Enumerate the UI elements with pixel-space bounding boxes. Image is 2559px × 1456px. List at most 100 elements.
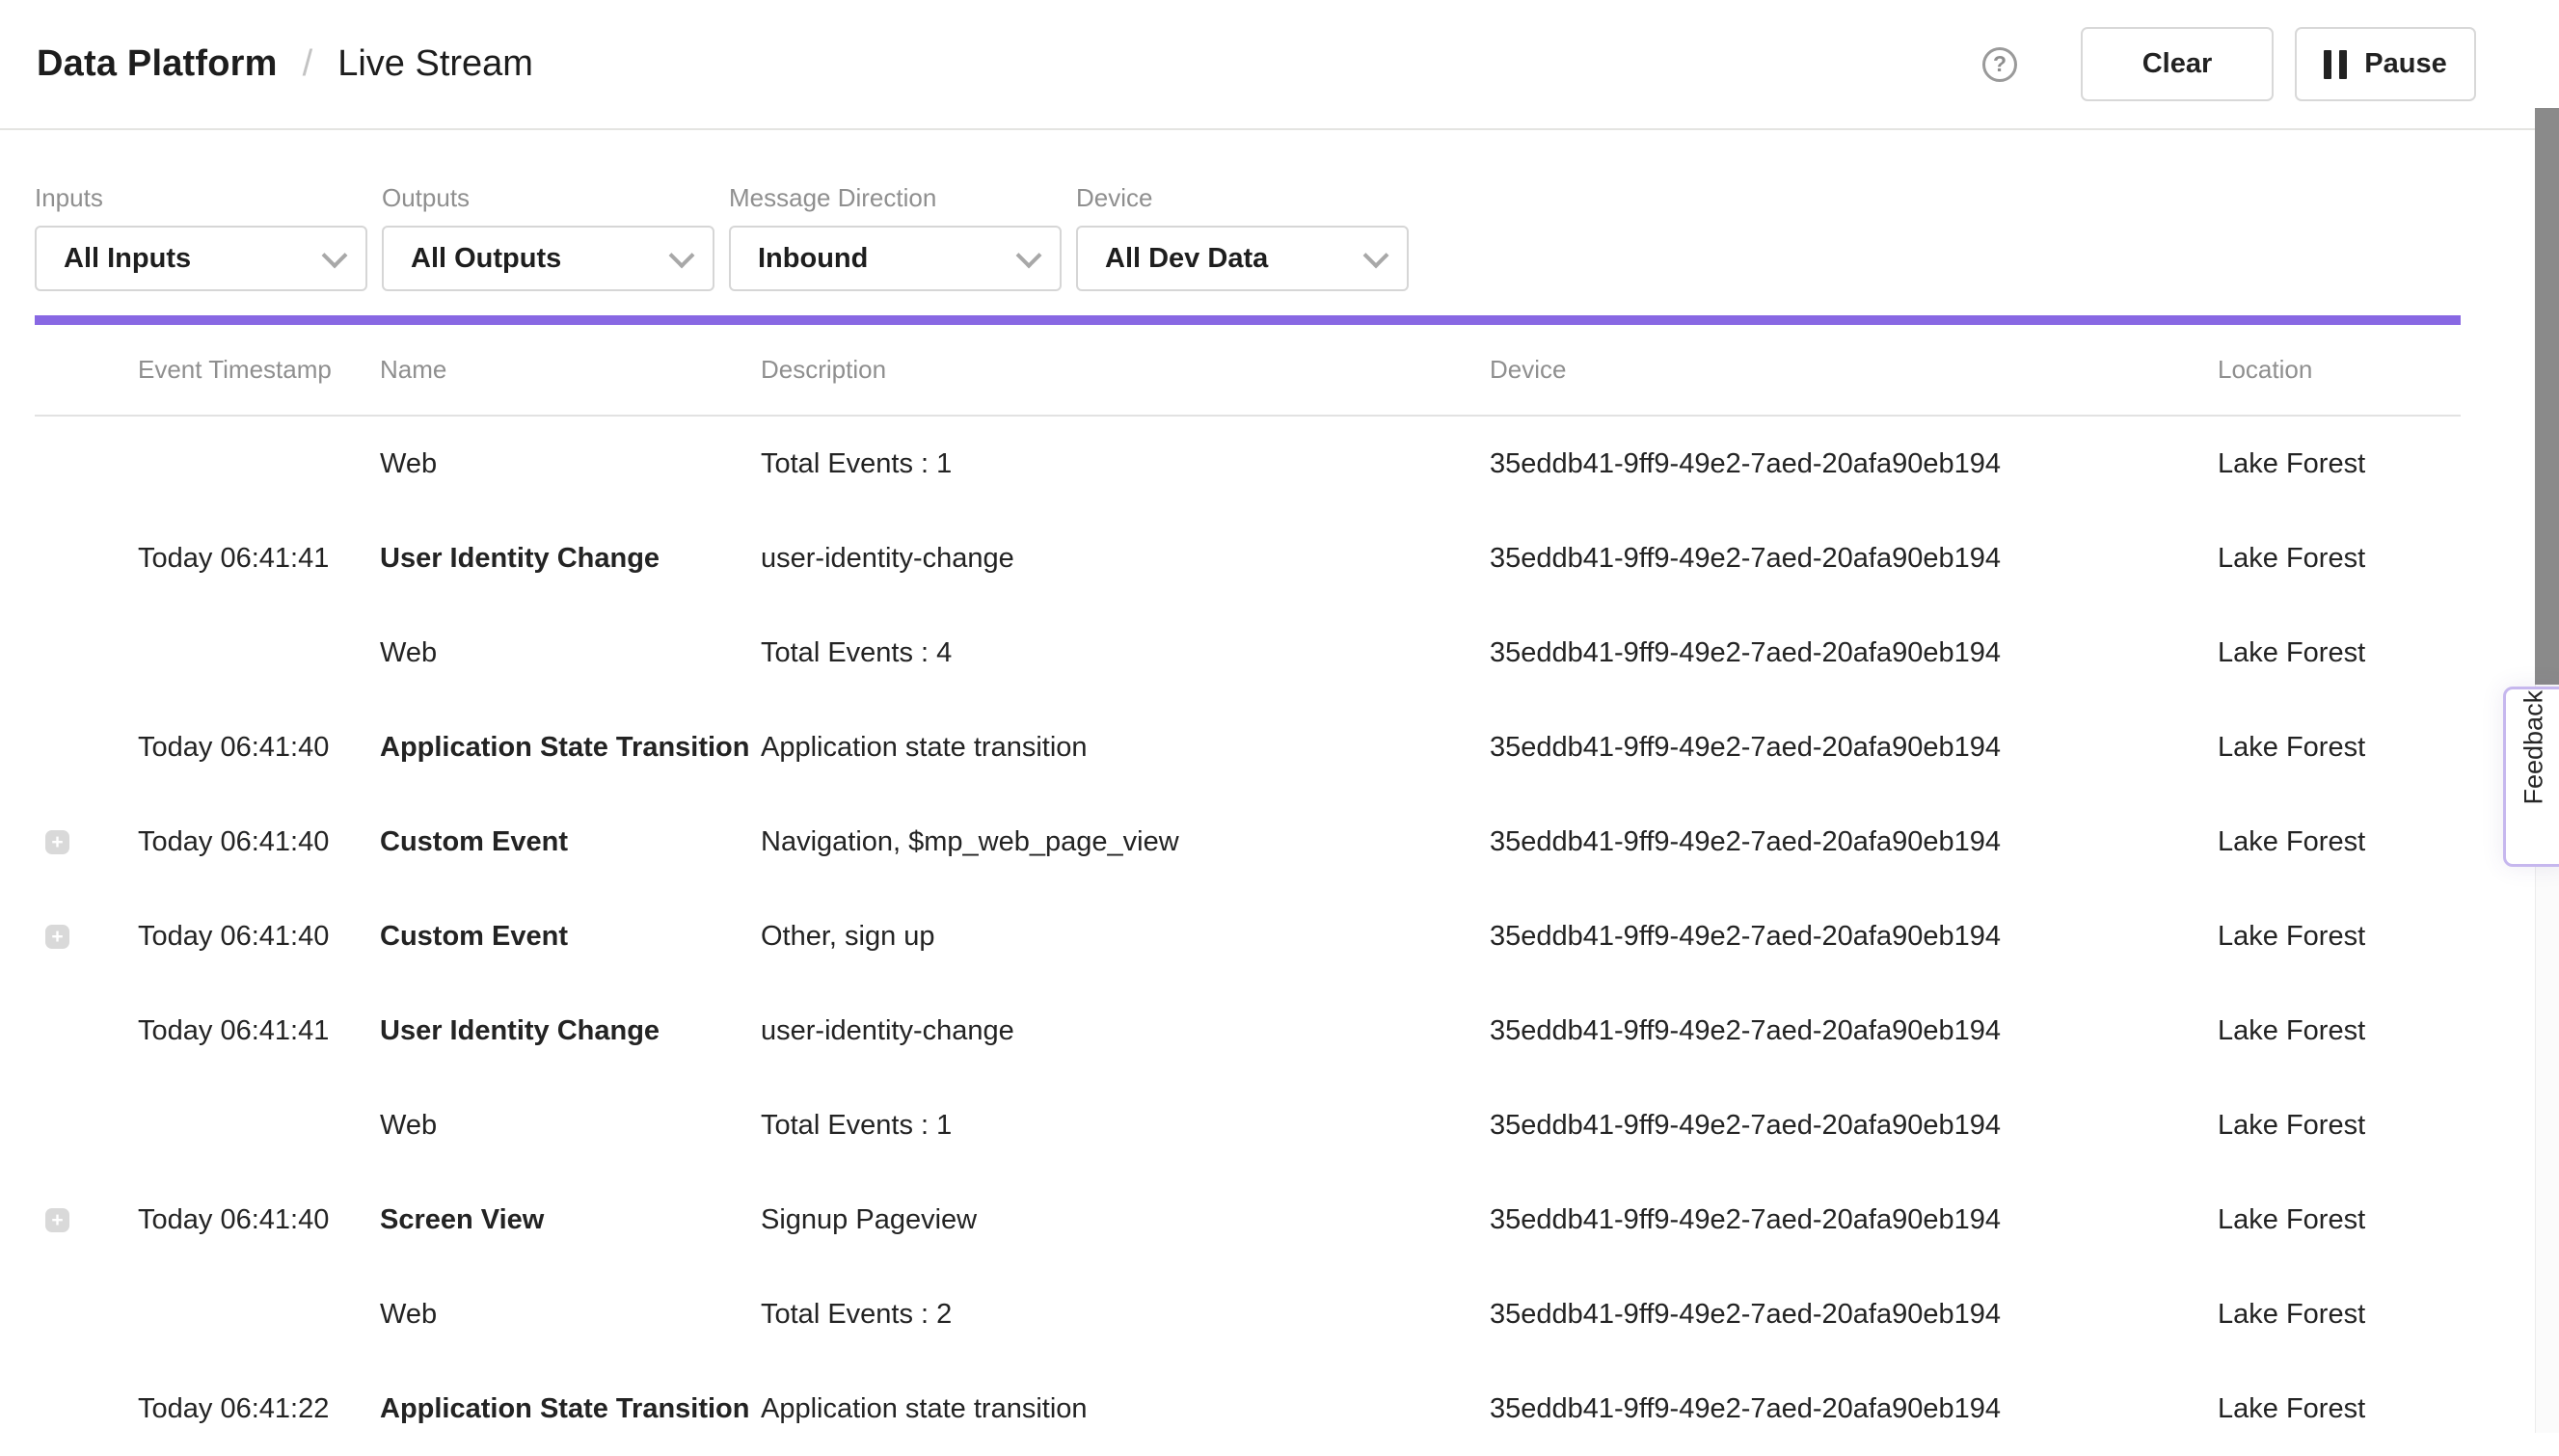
column-header-device: Device	[1490, 355, 2218, 385]
pause-button[interactable]: Pause	[2295, 27, 2476, 101]
cell-description: user-identity-change	[761, 1015, 1490, 1047]
cell-timestamp: Today 06:41:41	[138, 1015, 380, 1047]
cell-timestamp: Today 06:41:41	[138, 543, 380, 575]
cell-device: 35eddb41-9ff9-49e2-7aed-20afa90eb194	[1490, 921, 2218, 953]
column-header-location: Location	[2218, 355, 2461, 385]
cell-description: Total Events : 1	[761, 1110, 1490, 1142]
cell-location: Lake Forest	[2218, 1299, 2461, 1331]
cell-description: Other, sign up	[761, 921, 1490, 953]
device-select[interactable]: All Dev Data	[1076, 226, 1409, 291]
accent-bar	[35, 315, 2461, 325]
table-row[interactable]: Today 06:41:41User Identity Changeuser-i…	[35, 984, 2461, 1078]
cell-device: 35eddb41-9ff9-49e2-7aed-20afa90eb194	[1490, 1393, 2218, 1425]
cell-device: 35eddb41-9ff9-49e2-7aed-20afa90eb194	[1490, 1204, 2218, 1236]
page-title: Live Stream	[337, 43, 533, 85]
cell-description: Application state transition	[761, 732, 1490, 764]
filter-device: Device All Dev Data	[1076, 183, 1409, 291]
expand-icon[interactable]: +	[45, 830, 69, 854]
cell-name: Custom Event	[380, 826, 761, 858]
column-header-description: Description	[761, 355, 1490, 385]
cell-expand: +	[35, 830, 138, 854]
cell-name: Custom Event	[380, 921, 761, 953]
breadcrumb-section[interactable]: Data Platform	[37, 43, 278, 85]
inputs-select-value: All Inputs	[64, 243, 191, 275]
cell-name: User Identity Change	[380, 543, 761, 575]
cell-name: User Identity Change	[380, 1015, 761, 1047]
filter-inputs: Inputs All Inputs	[35, 183, 367, 291]
expand-icon[interactable]: +	[45, 925, 69, 949]
filter-outputs: Outputs All Outputs	[382, 183, 714, 291]
header-controls: ? Clear Pause	[1982, 0, 2476, 128]
cell-timestamp: Today 06:41:22	[138, 1393, 380, 1425]
filter-message-direction: Message Direction Inbound	[729, 183, 1062, 291]
pause-button-label: Pause	[2364, 48, 2446, 80]
cell-name: Web	[380, 1110, 761, 1142]
scrollbar-thumb[interactable]	[2535, 108, 2559, 685]
table-header-row: Event Timestamp Name Description Device …	[35, 325, 2461, 417]
filter-device-label: Device	[1076, 183, 1409, 213]
cell-name: Web	[380, 1299, 761, 1331]
filter-inputs-label: Inputs	[35, 183, 367, 213]
cell-expand: +	[35, 1208, 138, 1232]
cell-timestamp: Today 06:41:40	[138, 732, 380, 764]
column-header-timestamp: Event Timestamp	[138, 355, 380, 385]
clear-button-label: Clear	[2142, 48, 2213, 80]
cell-location: Lake Forest	[2218, 1204, 2461, 1236]
table-row[interactable]: WebTotal Events : 435eddb41-9ff9-49e2-7a…	[35, 606, 2461, 700]
chevron-down-icon	[322, 242, 348, 268]
cell-description: Total Events : 2	[761, 1299, 1490, 1331]
cell-timestamp: Today 06:41:40	[138, 1204, 380, 1236]
table-row[interactable]: Today 06:41:40Application State Transiti…	[35, 700, 2461, 795]
filters-bar: Inputs All Inputs Outputs All Outputs Me…	[35, 183, 1409, 291]
filter-message-direction-label: Message Direction	[729, 183, 1062, 213]
cell-description: Navigation, $mp_web_page_view	[761, 826, 1490, 858]
table-row[interactable]: WebTotal Events : 235eddb41-9ff9-49e2-7a…	[35, 1267, 2461, 1362]
feedback-tab-label: Feedback	[2519, 749, 2549, 805]
table-row[interactable]: WebTotal Events : 135eddb41-9ff9-49e2-7a…	[35, 1078, 2461, 1173]
inputs-select[interactable]: All Inputs	[35, 226, 367, 291]
cell-device: 35eddb41-9ff9-49e2-7aed-20afa90eb194	[1490, 732, 2218, 764]
message-direction-select[interactable]: Inbound	[729, 226, 1062, 291]
filter-outputs-label: Outputs	[382, 183, 714, 213]
cell-description: Signup Pageview	[761, 1204, 1490, 1236]
pause-icon	[2324, 50, 2347, 79]
cell-location: Lake Forest	[2218, 1110, 2461, 1142]
cell-description: Total Events : 4	[761, 637, 1490, 669]
clear-button[interactable]: Clear	[2081, 27, 2274, 101]
table-row[interactable]: +Today 06:41:40Custom EventNavigation, $…	[35, 795, 2461, 889]
cell-device: 35eddb41-9ff9-49e2-7aed-20afa90eb194	[1490, 637, 2218, 669]
cell-location: Lake Forest	[2218, 732, 2461, 764]
feedback-tab[interactable]: Feedback	[2503, 687, 2559, 867]
chevron-down-icon	[669, 242, 695, 268]
cell-timestamp: Today 06:41:40	[138, 921, 380, 953]
cell-location: Lake Forest	[2218, 921, 2461, 953]
cell-device: 35eddb41-9ff9-49e2-7aed-20afa90eb194	[1490, 1299, 2218, 1331]
table-row[interactable]: Today 06:41:41User Identity Changeuser-i…	[35, 511, 2461, 606]
cell-name: Screen View	[380, 1204, 761, 1236]
cell-location: Lake Forest	[2218, 543, 2461, 575]
cell-device: 35eddb41-9ff9-49e2-7aed-20afa90eb194	[1490, 1015, 2218, 1047]
column-header-name: Name	[380, 355, 761, 385]
cell-description: Total Events : 1	[761, 448, 1490, 480]
table-row[interactable]: WebTotal Events : 135eddb41-9ff9-49e2-7a…	[35, 417, 2461, 511]
table-row[interactable]: Today 06:41:22Application State Transiti…	[35, 1362, 2461, 1456]
cell-location: Lake Forest	[2218, 448, 2461, 480]
outputs-select[interactable]: All Outputs	[382, 226, 714, 291]
page-header: Data Platform / Live Stream ? Clear Paus…	[0, 0, 2559, 130]
table-body: WebTotal Events : 135eddb41-9ff9-49e2-7a…	[35, 417, 2461, 1456]
expand-icon[interactable]: +	[45, 1208, 69, 1232]
chevron-down-icon	[1016, 242, 1042, 268]
cell-name: Application State Transition	[380, 1393, 761, 1425]
event-table: Event Timestamp Name Description Device …	[35, 325, 2461, 1456]
device-select-value: All Dev Data	[1105, 243, 1268, 275]
breadcrumb-separator: /	[303, 43, 313, 85]
cell-description: user-identity-change	[761, 543, 1490, 575]
outputs-select-value: All Outputs	[411, 243, 561, 275]
table-row[interactable]: + Today 06:41:40Screen ViewSignup Pagevie…	[35, 1173, 2461, 1267]
cell-device: 35eddb41-9ff9-49e2-7aed-20afa90eb194	[1490, 826, 2218, 858]
table-row[interactable]: + Today 06:41:40Custom EventOther, sign u…	[35, 889, 2461, 984]
help-icon[interactable]: ?	[1982, 47, 2017, 82]
cell-description: Application state transition	[761, 1393, 1490, 1425]
cell-device: 35eddb41-9ff9-49e2-7aed-20afa90eb194	[1490, 1110, 2218, 1142]
breadcrumb: Data Platform / Live Stream	[37, 0, 533, 128]
